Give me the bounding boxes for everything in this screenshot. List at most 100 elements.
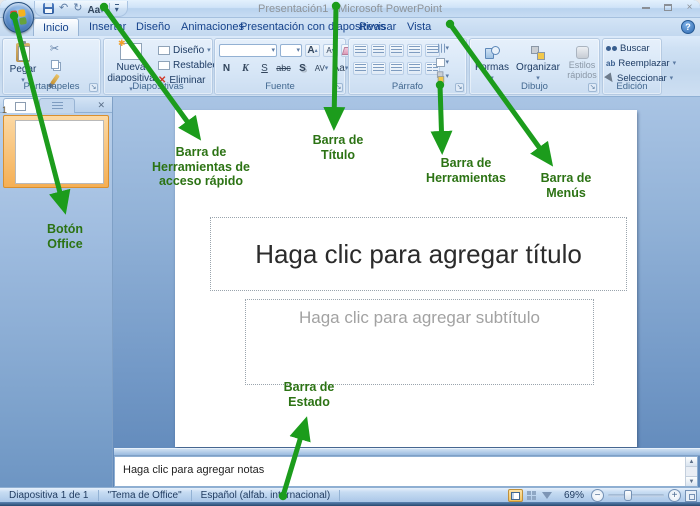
zoom-out-button[interactable]: − [591,489,604,502]
fit-to-window-button[interactable] [685,489,697,502]
tab-revisar[interactable]: Revisar [350,18,405,36]
zoom-in-button[interactable]: + [668,489,681,502]
notes-scrollbar[interactable]: ▲ ▼ [685,457,697,486]
align-left-button[interactable] [353,62,368,75]
group-label-drawing: Dibujo [521,81,548,92]
tab-inicio[interactable]: Inicio [33,18,79,36]
find-label: Buscar [620,43,650,54]
theme-indicator[interactable]: "Tema de Office" [99,489,192,501]
slides-panel: ✕ 1 [0,97,113,487]
cut-button[interactable]: ✂ [47,43,62,56]
close-panel-icon[interactable]: ✕ [97,100,105,111]
group-label-editing: Edición [616,81,648,92]
notes-splitter[interactable] [114,448,700,456]
maximize-button[interactable] [661,2,674,13]
italic-button[interactable]: K [238,62,253,75]
char-spacing-label: AV [314,63,325,73]
notes-pane[interactable]: Haga clic para agregar notas ▲ ▼ [114,456,698,487]
replace-button[interactable]: ab Reemplazar ▾ [606,57,676,70]
slides-thumbnails-tab[interactable] [3,98,37,113]
language-indicator[interactable]: Español (alfab. internacional) [192,489,341,501]
shapes-label: Formas [475,62,509,73]
maximize-icon [663,4,672,11]
replace-label: Reemplazar [618,58,670,69]
zoom-level[interactable]: 69% [564,490,584,501]
group-slides: Nueva diapositiva ▾ Diseño▾ Restablecer … [103,38,226,95]
slide-canvas[interactable]: Haga clic para agregar título Haga clic … [175,110,637,447]
close-button[interactable]: × [683,2,696,13]
arrange-button[interactable]: Organizar ▾ [512,45,564,83]
align-center-button[interactable] [371,62,386,75]
copy-button[interactable] [47,58,62,71]
editing-buttons: Buscar ab Reemplazar ▾ Seleccionar ▾ [604,42,676,85]
slide-number: 1 [2,105,8,115]
font-name-combo[interactable] [219,44,277,57]
ribbon: Pegar ▾ ✂ Portapapeles ↘ Nueva diapositi… [0,36,700,97]
outline-tab[interactable] [39,98,75,113]
normal-view-button[interactable] [507,489,523,502]
numbering-button[interactable] [371,44,386,57]
strikethrough-button[interactable]: abc [276,62,291,75]
align-text-icon [436,58,446,67]
office-button[interactable] [3,2,34,33]
scroll-down-icon[interactable]: ▼ [686,476,697,486]
zoom-slider[interactable] [608,490,664,501]
title-placeholder[interactable]: Haga clic para agregar título [210,217,627,291]
tab-vista[interactable]: Vista [398,18,440,36]
numbered-list-icon [373,46,384,55]
arrange-icon [531,46,545,60]
slide-thumbnail[interactable] [3,115,109,188]
new-slide-icon [118,39,142,60]
shapes-button[interactable]: Formas ▾ [474,45,510,83]
decrease-indent-button[interactable] [389,44,404,57]
slideshow-icon [542,492,553,499]
group-drawing: Formas ▾ Organizar ▾ Estilos rápidos Dib… [469,38,600,95]
underline-button[interactable]: S [257,62,272,75]
powerpoint-window: ↶ ↻ Aa▾ ▾ Presentación1 - Microsoft Powe… [0,0,700,506]
group-editing: Buscar ab Reemplazar ▾ Seleccionar ▾ Edició… [602,38,676,95]
paragraph-dialog-launcher[interactable]: ↘ [455,83,464,92]
slideshow-button[interactable] [540,489,555,502]
clipboard-dialog-launcher[interactable]: ↘ [89,83,98,92]
group-label-paragraph: Párrafo [391,81,424,92]
paragraph-side-buttons: ▾ ▾ ▾ [435,42,450,83]
align-text-button[interactable]: ▾ [435,56,450,69]
font-size-combo[interactable] [280,44,302,57]
chevron-down-icon: ▾ [445,73,449,80]
bold-button[interactable]: N [219,62,234,75]
paste-button[interactable]: Pegar ▾ [7,41,39,85]
scissors-icon: ✂ [49,43,60,55]
justify-button[interactable] [407,62,422,75]
align-center-icon [373,64,384,73]
character-spacing-button[interactable]: AV ▾ [314,62,329,75]
subtitle-placeholder[interactable]: Haga clic para agregar subtítulo [245,299,594,385]
font-dialog-launcher[interactable]: ↘ [334,83,343,92]
bullets-button[interactable] [353,44,368,57]
text-direction-button[interactable]: ▾ [435,42,450,55]
shadow-button[interactable]: S [295,62,310,75]
grow-font-button[interactable]: A ▴ [305,44,320,57]
down-arrow-icon: ▾ [331,48,335,54]
title-bar[interactable]: ↶ ↻ Aa▾ ▾ Presentación1 - Microsoft Powe… [0,0,700,18]
outline-icon [51,102,63,110]
zoom-slider-thumb[interactable] [624,490,632,501]
arrange-label: Organizar [516,62,560,73]
minimize-button[interactable] [639,2,652,13]
group-label-font: Fuente [265,81,295,92]
shapes-icon [484,46,500,60]
find-button[interactable]: Buscar [606,42,676,55]
status-bar-right: 69% − + [507,488,697,503]
scroll-up-icon[interactable]: ▲ [686,457,697,467]
shrink-font-button[interactable]: A ▾ [323,44,338,57]
quick-styles-button[interactable]: Estilos rápidos [564,45,600,82]
chevron-down-icon: ▾ [669,75,674,82]
change-case-button[interactable]: Aa ▾ [333,62,349,75]
slide-sorter-button[interactable] [524,489,539,502]
drawing-dialog-launcher[interactable]: ↘ [588,83,597,92]
help-button[interactable]: ? [681,20,695,34]
slide-indicator[interactable]: Diapositiva 1 de 1 [0,489,99,501]
justify-icon [409,64,420,73]
reset-icon [158,61,170,70]
align-right-button[interactable] [389,62,404,75]
increase-indent-button[interactable] [407,44,422,57]
